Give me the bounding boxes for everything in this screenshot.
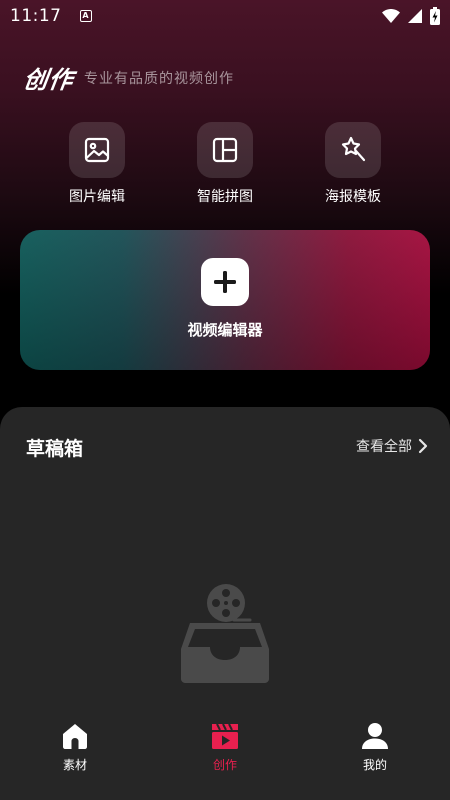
tool-smart-collage[interactable]: 智能拼图 [170, 122, 280, 206]
view-all-label: 查看全部 [356, 439, 412, 455]
home-icon [63, 724, 87, 749]
nav-item-me[interactable]: 我的 [300, 712, 450, 800]
nav-item-materials[interactable]: 素材 [0, 712, 150, 800]
plus-icon [201, 258, 249, 306]
page-header: 创作 专业有品质的视频创作 [21, 60, 234, 95]
empty-drafts-icon [181, 584, 269, 683]
image-icon [69, 122, 125, 178]
drafts-title: 草稿箱 [26, 438, 84, 460]
chevron-right-icon [418, 438, 428, 454]
tool-label: 图片编辑 [69, 189, 125, 205]
tool-image-edit[interactable]: 图片编辑 [42, 122, 152, 206]
collage-grid-icon [197, 122, 253, 178]
page-title: 创作 [21, 66, 76, 94]
nav-label: 创作 [212, 758, 237, 772]
app-screen: 11:17 A 创作 专业有品质的视频创作 图片编辑 智能拼图 海报模板 视频编… [0, 0, 450, 800]
nav-item-create[interactable]: 创作 [150, 712, 300, 800]
status-icons [382, 7, 440, 25]
clapperboard-play-icon [212, 723, 238, 749]
wifi-icon [382, 9, 400, 23]
tool-label: 海报模板 [325, 189, 381, 205]
page-subtitle: 专业有品质的视频创作 [84, 70, 234, 87]
signal-icon [408, 9, 422, 23]
view-all-button[interactable]: 查看全部 [356, 436, 428, 456]
bottom-nav: 素材 创作 我的 [0, 712, 450, 800]
battery-icon [430, 7, 440, 25]
notification-a-icon: A [79, 10, 92, 22]
magic-wand-icon [325, 122, 381, 178]
tool-poster-template[interactable]: 海报模板 [298, 122, 408, 206]
video-editor-label: 视频编辑器 [187, 321, 263, 339]
nav-label: 我的 [362, 758, 387, 772]
tool-label: 智能拼图 [197, 189, 253, 205]
user-icon [362, 723, 388, 749]
status-bar: 11:17 A [0, 0, 450, 32]
nav-label: 素材 [62, 758, 87, 772]
status-time: 11:17 [10, 6, 62, 26]
video-editor-card[interactable]: 视频编辑器 [20, 230, 430, 370]
